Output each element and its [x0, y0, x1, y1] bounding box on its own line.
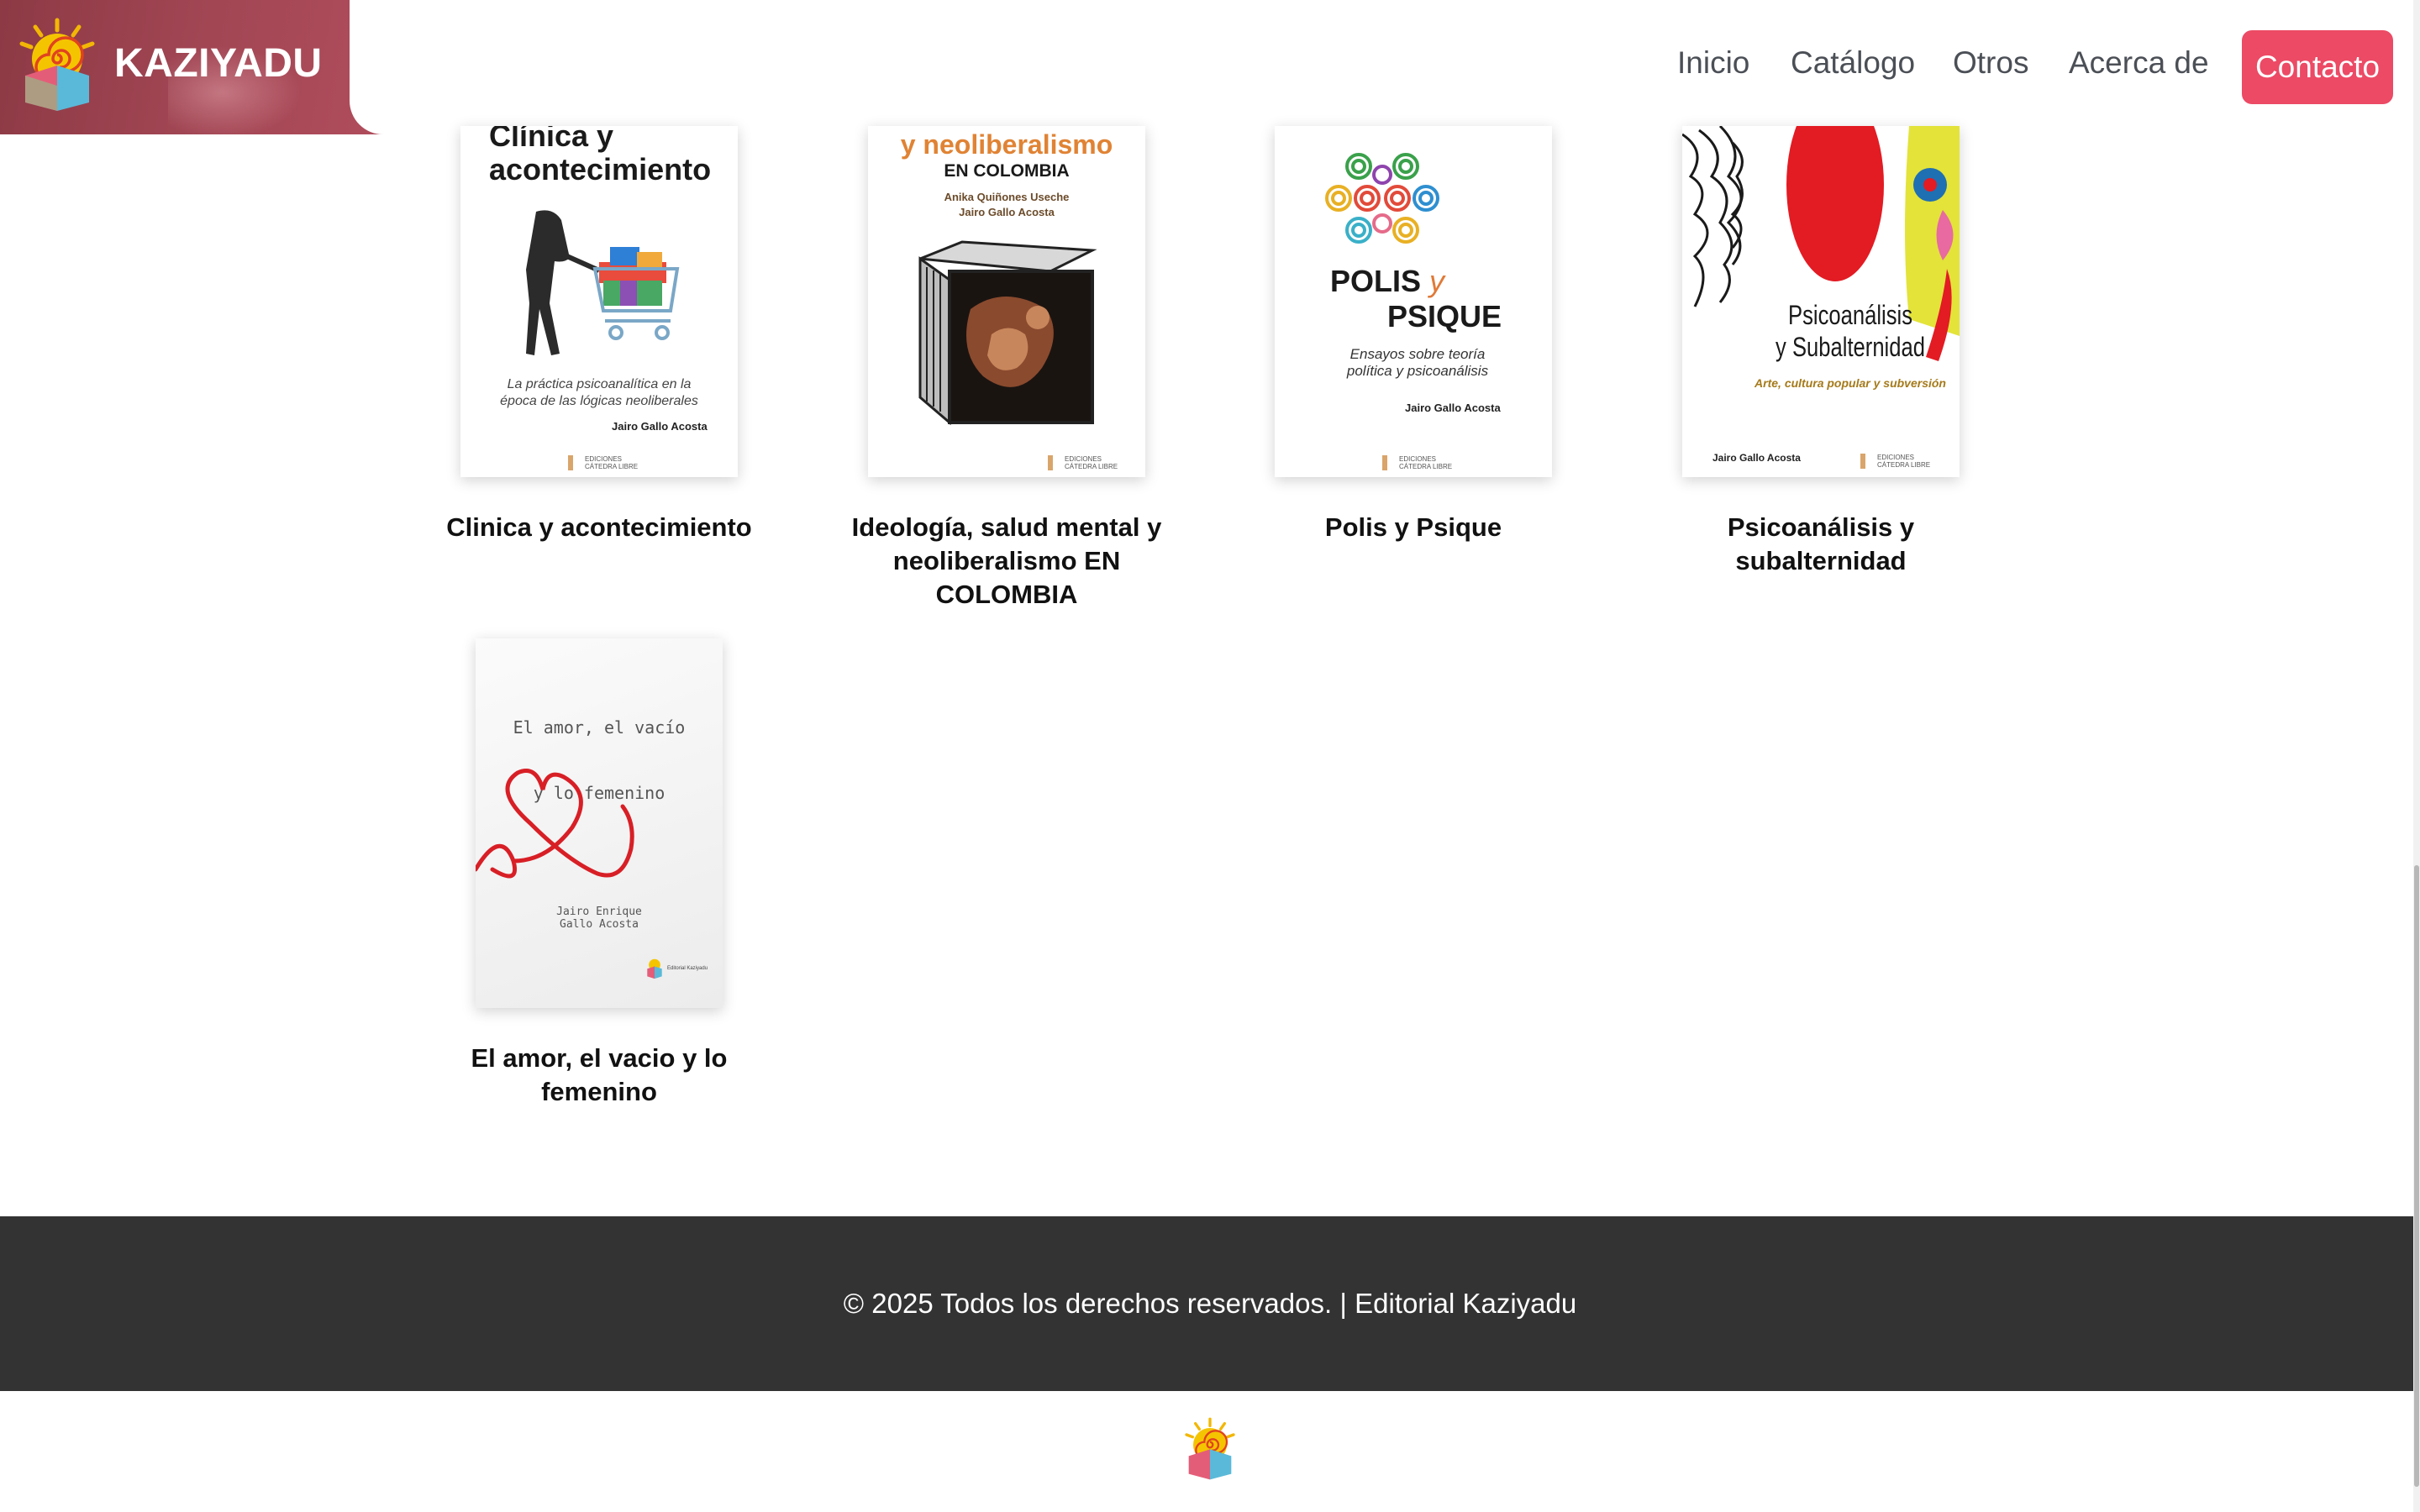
cover-publisher: EDICIONES CÁTEDRA LIBRE — [1048, 455, 1118, 470]
book-cover-psicoanalisis[interactable]: Psicoanálisis y Subalternidad Arte, cult… — [1682, 126, 1960, 477]
sun-over-book-logo-icon[interactable] — [17, 17, 97, 116]
cover-author: Jairo Gallo Acosta — [1405, 402, 1501, 414]
book-title-polis-psique[interactable]: Polis y Psique — [1245, 511, 1581, 544]
cover-subtitle: Arte, cultura popular y subversión — [1754, 376, 1946, 390]
footer: © 2025 Todos los derechos reservados. | … — [0, 1216, 2420, 1391]
cover-publisher: EDICIONES CÁTEDRA LIBRE — [1860, 454, 1930, 469]
cover-publisher: EDICIONES CÁTEDRA LIBRE — [1382, 455, 1452, 470]
book-cover-clinica[interactable]: Clínica y acontecimiento La práctica psi… — [460, 126, 738, 477]
book-title-clinica[interactable]: Clinica y acontecimiento — [431, 511, 767, 544]
book-title-ideologia[interactable]: Ideología, salud mental y neoliberalismo… — [839, 511, 1175, 612]
cover-subtitle: Ensayos sobre teoría política y psicoaná… — [1346, 346, 1489, 379]
nav-home[interactable]: Inicio — [1677, 45, 1749, 81]
cover-authors: Anika Quiñones Useche Jairo Gallo Acosta — [944, 191, 1070, 218]
brand-name[interactable]: KAZIYADU — [114, 40, 323, 87]
book-title-el-amor[interactable]: El amor, el vacio y lo femenino — [431, 1042, 767, 1109]
cover-author: Jairo Enrique Gallo Acosta — [556, 906, 642, 931]
kaziyadu-mini-logo-icon — [647, 958, 662, 979]
cover-heading: Clínica y acontecimiento — [489, 126, 712, 186]
cover-publisher: EDICIONES CÁTEDRA LIBRE — [568, 455, 638, 470]
cover-subtitle: La práctica psicoanalítica en la época d… — [500, 377, 698, 408]
book-cover-polis-psique[interactable]: POLIS y PSIQUE Ensayos sobre teoría polí… — [1275, 126, 1552, 477]
book-cover-el-amor[interactable]: El amor, el vacío y lo femenino Jairo En… — [476, 638, 723, 1008]
nav-about[interactable]: Acerca de — [2069, 45, 2209, 81]
cover-author: Jairo Gallo Acosta — [612, 420, 708, 433]
cover-author: Jairo Gallo Acosta — [1712, 452, 1801, 464]
cover-heading: y neoliberalismo — [900, 129, 1113, 160]
spirals-motif-illustration — [1325, 153, 1439, 244]
book-title-psicoanalisis[interactable]: Psicoanálisis y subalternidad — [1653, 511, 1989, 578]
cover-heading-psique: PSIQUE — [1387, 299, 1502, 333]
cover-heading-2: EN COLOMBIA — [944, 161, 1070, 181]
cover-line-1: El amor, el vacío — [513, 717, 686, 738]
red-thread-heart-illustration — [476, 769, 634, 879]
contact-button[interactable]: Contacto — [2242, 30, 2393, 104]
cover-heading: Psicoanálisis y Subalternidad — [1776, 300, 1925, 362]
cube-figure-illustration — [918, 240, 1097, 426]
nav-others[interactable]: Otros — [1953, 45, 2028, 81]
page-scrollbar-thumb[interactable] — [2414, 865, 2419, 1487]
nav-catalog[interactable]: Catálogo — [1791, 45, 1915, 81]
shopping-cart-figure-illustration — [526, 210, 680, 355]
cover-publisher: Editorial Kaziyadu — [667, 966, 708, 971]
cover-heading-y: y — [1429, 264, 1445, 298]
book-cover-ideologia[interactable]: y neoliberalismo EN COLOMBIA Anika Quiño… — [868, 126, 1145, 477]
footer-copyright: © 2025 Todos los derechos reservados. | … — [843, 1288, 1577, 1319]
sun-over-book-logo-icon[interactable] — [1183, 1416, 1237, 1483]
cover-heading-polis: POLIS — [1330, 264, 1422, 298]
